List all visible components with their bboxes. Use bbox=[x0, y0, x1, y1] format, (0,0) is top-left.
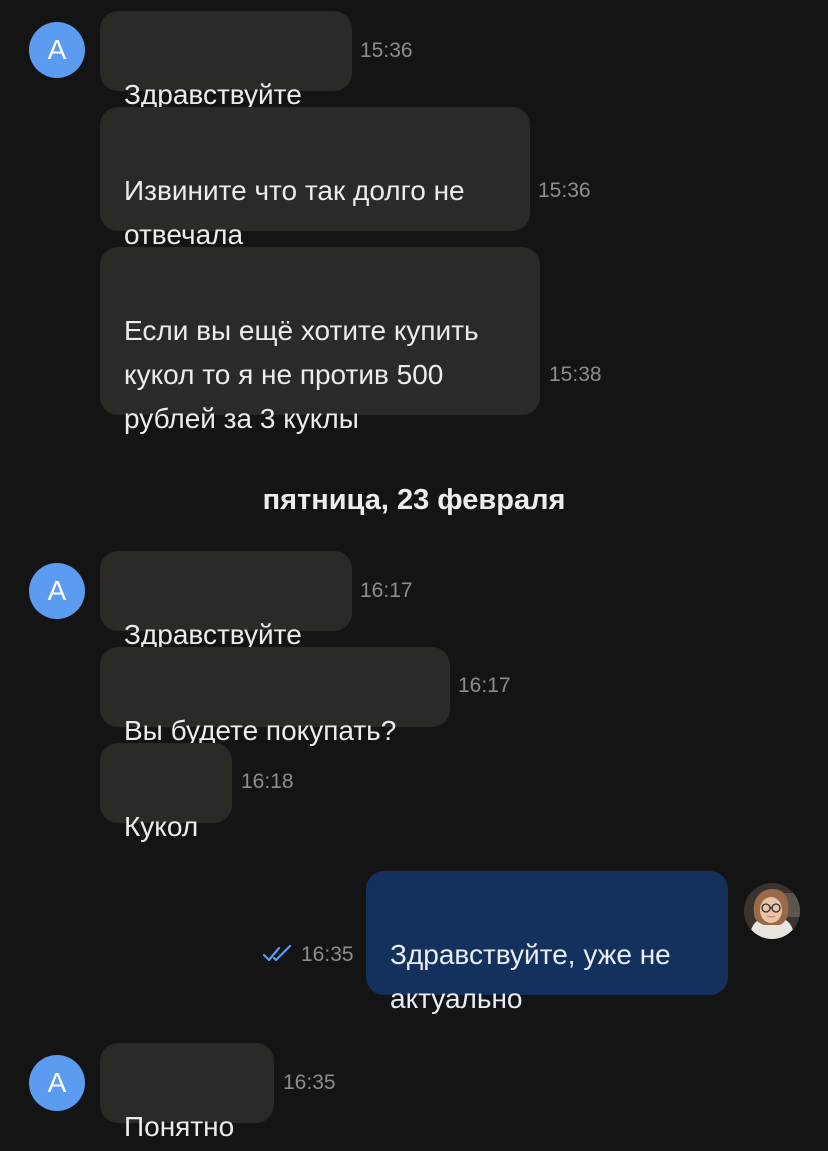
message-timestamp: 16:17 bbox=[458, 674, 511, 697]
message-timestamp: 15:38 bbox=[549, 363, 602, 386]
user-photo-icon bbox=[744, 883, 800, 939]
message-text: Понятно bbox=[124, 1111, 235, 1142]
message-timestamp: 16:17 bbox=[360, 579, 413, 602]
message-text: Вы будете покупать? bbox=[124, 715, 397, 746]
avatar-letter: A bbox=[47, 575, 67, 606]
message-bubble-outgoing[interactable]: Здравствуйте, уже не актуально bbox=[366, 871, 728, 1014]
date-separator: пятница, 23 февраля bbox=[262, 484, 566, 516]
message-text: Здравствуйте, уже не актуально bbox=[390, 939, 671, 1014]
avatar-letter: A bbox=[47, 1067, 67, 1098]
message-text: Кукол bbox=[124, 811, 199, 842]
message-text: Если вы ещё хотите купить кукол то я не … bbox=[124, 315, 479, 434]
message-bubble-incoming[interactable]: Если вы ещё хотите купить кукол то я не … bbox=[100, 247, 540, 434]
double-check-icon bbox=[263, 945, 292, 962]
contact-avatar[interactable]: A bbox=[29, 22, 85, 78]
message-text: Здравствуйте bbox=[124, 619, 302, 650]
message-timestamp: 15:36 bbox=[538, 179, 591, 202]
message-timestamp: 16:35 bbox=[283, 1071, 336, 1094]
message-bubble-incoming[interactable]: Понятно bbox=[100, 1043, 274, 1142]
message-timestamp: 16:18 bbox=[241, 770, 294, 793]
user-photo-avatar[interactable] bbox=[744, 883, 800, 939]
message-bubble-incoming[interactable]: Здравствуйте bbox=[100, 551, 352, 650]
message-text: Здравствуйте bbox=[124, 79, 302, 110]
message-bubble-incoming[interactable]: Кукол bbox=[100, 743, 232, 842]
message-bubble-incoming[interactable]: Здравствуйте bbox=[100, 11, 352, 110]
contact-avatar[interactable]: A bbox=[29, 563, 85, 619]
message-text: Извините что так долго не отвечала bbox=[124, 175, 465, 250]
avatar-letter: A bbox=[47, 34, 67, 65]
message-timestamp: 16:35 bbox=[301, 943, 354, 966]
message-bubble-incoming[interactable]: Извините что так долго не отвечала bbox=[100, 107, 530, 250]
message-bubble-incoming[interactable]: Вы будете покупать? bbox=[100, 647, 450, 746]
message-timestamp: 15:36 bbox=[360, 39, 413, 62]
contact-avatar[interactable]: A bbox=[29, 1055, 85, 1111]
